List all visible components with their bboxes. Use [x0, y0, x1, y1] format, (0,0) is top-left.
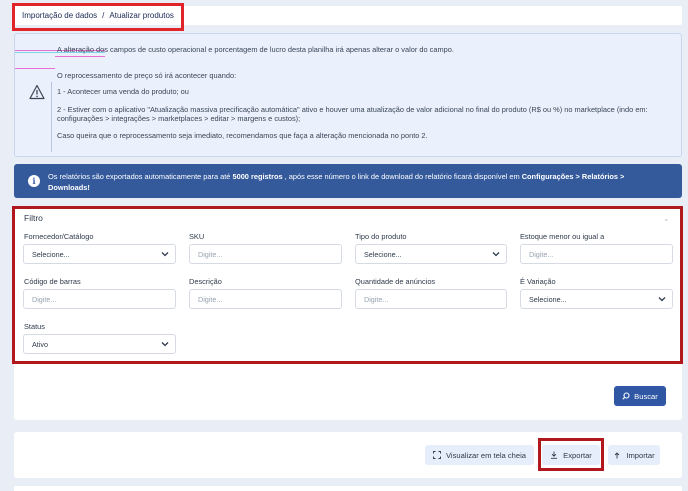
alert-text-part1: Os relatórios são exportados automaticam… — [48, 172, 233, 181]
info-notice: A alteração dos campos de custo operacio… — [14, 33, 682, 157]
info-line-2: O reprocessamento de preço só irá aconte… — [57, 71, 237, 80]
alert-text: Os relatórios são exportados automaticam… — [48, 172, 624, 181]
warning-icon — [29, 84, 45, 100]
info-line-4: 2 - Estiver com o aplicativo "Atualizaçã… — [57, 105, 648, 114]
alert-bold-path: Configurações > Relatórios > — [521, 172, 625, 181]
highlight-breadcrumb — [12, 3, 184, 31]
importar-button[interactable]: Importar — [608, 445, 660, 465]
highlight-filter — [12, 206, 683, 364]
fullscreen-icon — [433, 451, 441, 459]
alert-bold-limit: 5000 registros — [232, 172, 283, 181]
next-panel-edge — [14, 486, 682, 491]
annotation-line — [55, 56, 105, 57]
info-line-3: 1 - Acontecer uma venda do produto; ou — [57, 87, 189, 96]
highlight-export — [538, 438, 604, 471]
upload-icon — [615, 452, 620, 459]
info-icon: i — [28, 175, 40, 187]
buscar-label: Buscar — [634, 391, 658, 401]
annotation-line — [15, 68, 55, 69]
info-line-1: A alteração dos campos de custo operacio… — [57, 45, 454, 54]
info-divider — [51, 82, 52, 152]
importar-label: Importar — [626, 450, 655, 460]
info-line-6: Caso queira que o reprocessamento seja i… — [57, 131, 428, 140]
tela-cheia-label: Visualizar em tela cheia — [445, 450, 527, 460]
info-line-5: configurações > integrações > marketplac… — [57, 114, 301, 123]
search-icon — [622, 392, 630, 400]
export-limit-alert: i Os relatórios são exportados automatic… — [14, 164, 682, 198]
tela-cheia-button[interactable]: Visualizar em tela cheia — [425, 445, 534, 465]
buscar-button[interactable]: Buscar — [614, 386, 666, 406]
alert-text-part2: , após esse número o link de download do… — [282, 172, 522, 181]
alert-text-line2: Downloads! — [48, 183, 90, 192]
